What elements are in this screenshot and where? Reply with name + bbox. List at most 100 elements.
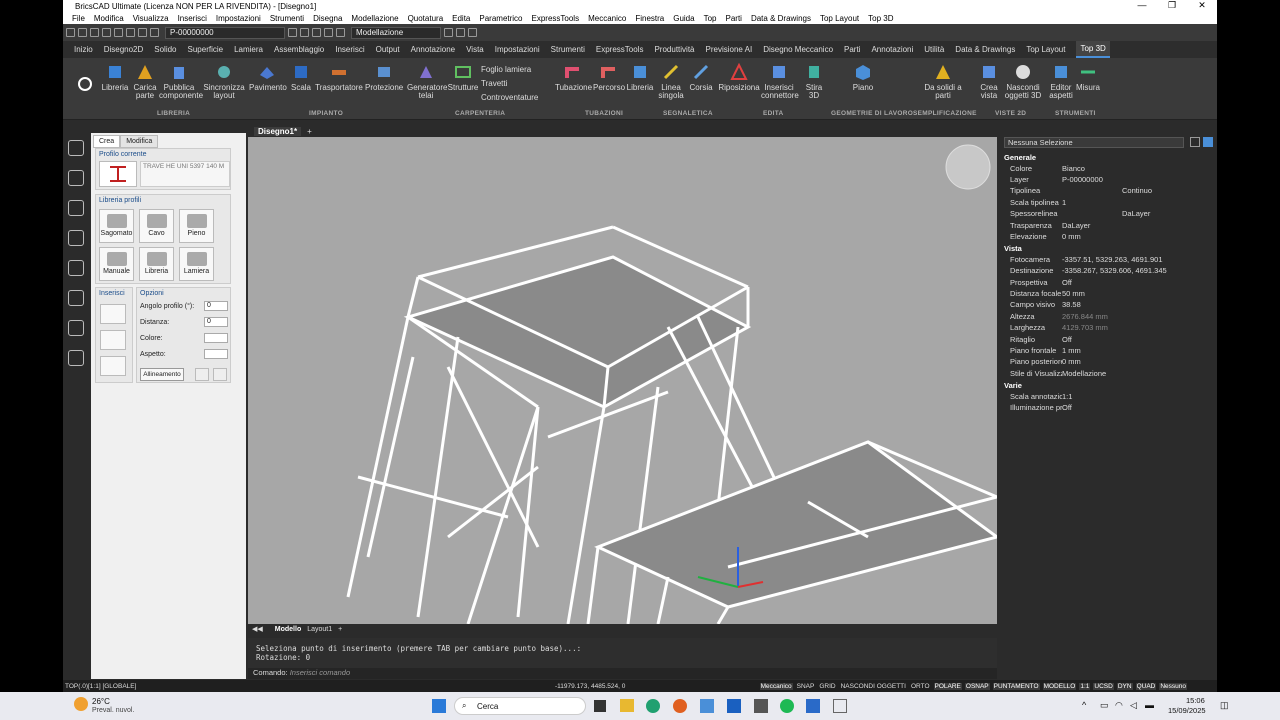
- tab-vista[interactable]: Vista: [466, 45, 484, 54]
- add-layout-icon[interactable]: +: [338, 626, 342, 633]
- tab-crea[interactable]: Crea: [93, 135, 121, 148]
- menu-expresstools[interactable]: ExpressTools: [532, 14, 580, 23]
- menu-impostazioni[interactable]: Impostazioni: [216, 14, 261, 23]
- tab-disegno-meccanico[interactable]: Disegno Meccanico: [763, 45, 833, 54]
- tree-icon[interactable]: [68, 230, 84, 246]
- cube-icon[interactable]: [68, 170, 84, 186]
- stira-3d-button[interactable]: Stira 3D: [801, 63, 827, 100]
- first-layout-icon[interactable]: ◀◀: [252, 625, 263, 633]
- prop-row[interactable]: Tipolinea Continuo: [1010, 186, 1217, 197]
- volume-icon[interactable]: ◁: [1130, 700, 1137, 711]
- monitor-icon[interactable]: [68, 260, 84, 276]
- prop-row[interactable]: Colore Bianco: [1010, 164, 1217, 175]
- beam-icon[interactable]: [68, 350, 84, 366]
- image-icon[interactable]: [68, 290, 84, 306]
- menu-top[interactable]: Top: [704, 14, 717, 23]
- piano-button[interactable]: Piano: [849, 63, 877, 92]
- notification-icon[interactable]: ◫: [1220, 700, 1229, 711]
- prop-row[interactable]: Spessorelinea DaLayer: [1010, 209, 1217, 220]
- snip-icon[interactable]: [833, 699, 847, 713]
- prop-row[interactable]: Stile di VisualizzazioneModellazione: [1010, 369, 1217, 380]
- tab-lamiera[interactable]: Lamiera: [234, 45, 263, 54]
- start-icon[interactable]: [432, 699, 446, 713]
- store-icon[interactable]: [700, 699, 714, 713]
- nascondi-oggetti-3d-button[interactable]: Nascondi oggetti 3D: [1003, 63, 1043, 100]
- search-box[interactable]: Cerca: [454, 697, 586, 715]
- prop-row[interactable]: Campo visivo 38.58: [1010, 300, 1217, 311]
- crea-vista-button[interactable]: Crea vista: [975, 63, 1003, 100]
- prop-row[interactable]: Destinazione -3358.267, 5329.606, 4691.34…: [1010, 266, 1217, 277]
- save-icon[interactable]: [90, 28, 99, 37]
- rotate-icon[interactable]: [213, 368, 227, 381]
- render-icon[interactable]: [312, 28, 321, 37]
- tab-previsione-ai[interactable]: Previsione AI: [706, 45, 753, 54]
- tab-parti[interactable]: Parti: [844, 45, 860, 54]
- settings-icon[interactable]: [336, 28, 345, 37]
- menu-guida[interactable]: Guida: [673, 14, 694, 23]
- layer-combo[interactable]: P-00000000: [165, 26, 285, 39]
- menu-modellazione[interactable]: Modellazione: [351, 14, 398, 23]
- network-icon[interactable]: ▭: [1100, 700, 1109, 711]
- profile-name-field[interactable]: TRAVE HE UNI 5397 140 M: [140, 161, 230, 187]
- scala-button[interactable]: Scala: [287, 63, 315, 92]
- new-tab-icon[interactable]: +: [307, 127, 312, 136]
- edge-icon[interactable]: [646, 699, 660, 713]
- bricscad-taskbar-icon[interactable]: [806, 699, 820, 713]
- prop-row[interactable]: Piano posteriore 0 mm: [1010, 357, 1217, 368]
- frame-icon[interactable]: [68, 320, 84, 336]
- tab-top-3d[interactable]: Top 3D: [1076, 41, 1110, 58]
- tab-solido[interactable]: Solido: [154, 45, 176, 54]
- tab-output[interactable]: Output: [376, 45, 400, 54]
- libreria-button[interactable]: Libreria: [101, 63, 129, 92]
- layer-lock-icon[interactable]: [150, 28, 159, 37]
- status-scale[interactable]: 1:1: [1079, 682, 1091, 690]
- prop-row[interactable]: Scala annotazione1:1: [1010, 392, 1217, 403]
- tool-icon[interactable]: [468, 28, 477, 37]
- structure-icon[interactable]: [68, 200, 84, 216]
- travetti-button[interactable]: Travetti: [481, 80, 507, 88]
- inserisci-connettore-button[interactable]: Inserisci connettore: [761, 63, 799, 100]
- prop-row[interactable]: Scala tipolinea 1: [1010, 198, 1217, 209]
- color-picker[interactable]: [204, 333, 228, 343]
- menu-disegna[interactable]: Disegna: [313, 14, 342, 23]
- navigation-wheel-icon[interactable]: [945, 144, 991, 190]
- battery-icon[interactable]: ▬: [1145, 700, 1154, 710]
- tubazione-button[interactable]: Tubazione: [555, 63, 592, 92]
- outlook-icon[interactable]: [727, 699, 741, 713]
- status-orto[interactable]: ORTO: [910, 683, 931, 690]
- menu-data-drawings[interactable]: Data & Drawings: [751, 14, 811, 23]
- tab-utilita[interactable]: Utilità: [924, 45, 944, 54]
- status-puntamento[interactable]: PUNTAMENTO: [992, 682, 1040, 690]
- group-varie[interactable]: Varie: [1004, 381, 1022, 390]
- pieno-button[interactable]: Pieno: [179, 209, 214, 243]
- tab-produttivita[interactable]: Produttività: [654, 45, 694, 54]
- menu-parti[interactable]: Parti: [726, 14, 742, 23]
- tray-chevron-icon[interactable]: ^: [1082, 700, 1086, 710]
- tab-disegno2d[interactable]: Disegno2D: [104, 45, 144, 54]
- menu-quotatura[interactable]: Quotatura: [408, 14, 444, 23]
- status-lweight[interactable]: Nessuno: [1159, 682, 1187, 690]
- group-generale[interactable]: Generale: [1004, 153, 1036, 162]
- print-icon[interactable]: [102, 28, 111, 37]
- selection-combo[interactable]: Nessuna Selezione: [1004, 137, 1184, 148]
- menu-meccanico[interactable]: Meccanico: [588, 14, 626, 23]
- tab-impostazioni[interactable]: Impostazioni: [495, 45, 540, 54]
- view-icon[interactable]: [288, 28, 297, 37]
- maximize-icon[interactable]: ❐: [1157, 0, 1187, 11]
- status-quad[interactable]: QUAD: [1135, 682, 1157, 690]
- weather-icon[interactable]: [74, 697, 88, 711]
- status-modello[interactable]: MODELLO: [1042, 682, 1077, 690]
- foglio-lamiera-button[interactable]: Foglio lamiera: [481, 66, 531, 74]
- undo-icon-2[interactable]: [444, 28, 453, 37]
- menu-top-layout[interactable]: Top Layout: [820, 14, 859, 23]
- mirror-icon[interactable]: [195, 368, 209, 381]
- prop-row[interactable]: Layer P-00000000: [1010, 175, 1217, 186]
- percorso-button[interactable]: Percorso: [593, 63, 625, 92]
- menu-inserisci[interactable]: Inserisci: [178, 14, 207, 23]
- open-file-icon[interactable]: [78, 28, 87, 37]
- tab-annotazioni[interactable]: Annotazioni: [871, 45, 913, 54]
- cavo-button[interactable]: Cavo: [139, 209, 174, 243]
- redo-icon-2[interactable]: [456, 28, 465, 37]
- panel-icon[interactable]: [324, 28, 333, 37]
- angle-input[interactable]: 0: [204, 301, 228, 311]
